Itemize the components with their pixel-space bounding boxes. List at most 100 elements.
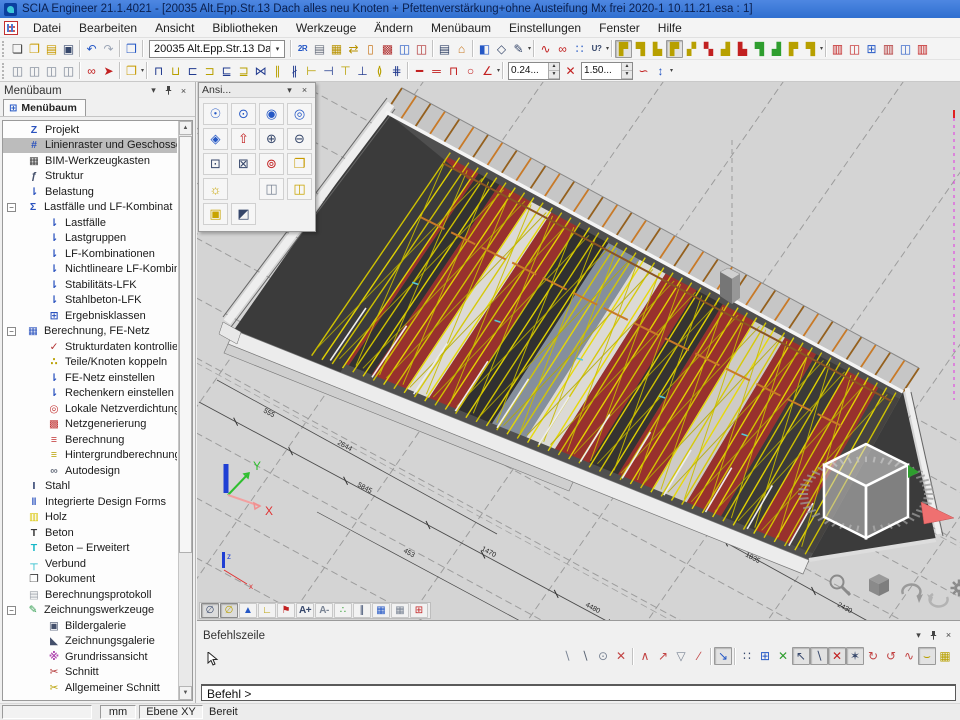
find-entity-icon[interactable]: ∞ [554, 40, 571, 58]
tree-item-belastung[interactable]: ⇂Belastung [3, 184, 177, 200]
snap-cross-icon[interactable]: ✕ [612, 647, 630, 665]
paperspace-icon[interactable]: ⇄ [345, 40, 362, 58]
scroll-up-button[interactable]: ▲ [179, 121, 192, 135]
table-tool-2-button[interactable]: ▦ [391, 603, 409, 618]
zoom-window-button[interactable]: ⊡ [203, 153, 228, 175]
scale_1-down-button[interactable]: ▼ [549, 71, 559, 79]
view-perspective-button[interactable]: ◈ [203, 128, 228, 150]
view-front-button[interactable]: ⊙ [231, 103, 256, 125]
dropdown-caret-icon[interactable]: ▾ [497, 67, 500, 74]
snap-face-icon[interactable]: ▽ [672, 647, 690, 665]
window-layout-1-icon[interactable]: ◫ [396, 40, 413, 58]
tree-item-beton[interactable]: TBeton [3, 525, 177, 541]
view-side-button[interactable]: ◉ [259, 103, 284, 125]
close-button[interactable]: × [297, 83, 312, 97]
copy-picture-button[interactable]: ◫ [259, 178, 284, 200]
menu-men-baum[interactable]: Menübaum [422, 19, 500, 37]
tree-item-berechnungsprotokoll[interactable]: ▤Berechnungsprotokoll [3, 587, 177, 603]
tree-item-autodesign[interactable]: ∞Autodesign [3, 463, 177, 479]
dropdown-caret-icon[interactable]: ▾ [606, 45, 609, 52]
close-project-button[interactable]: ❒ [123, 40, 140, 58]
annotate-icon[interactable]: ✎ [510, 40, 527, 58]
snap-line-2-icon[interactable]: ∖ [576, 647, 594, 665]
tree-item-netzgenerierung[interactable]: ▩Netzgenerierung [3, 417, 177, 433]
window-layout-2-icon[interactable]: ◫ [413, 40, 430, 58]
tree-item-integrierte-design-forms[interactable]: ‖Integrierte Design Forms [3, 494, 177, 510]
undo-button[interactable]: ↶ [83, 40, 100, 58]
result-stress-icon[interactable]: ◫ [897, 40, 914, 58]
result-deform-icon[interactable]: ▥ [880, 40, 897, 58]
tree-item-lastgruppen[interactable]: ⇂Lastgruppen [3, 231, 177, 247]
view-flag-4[interactable]: ▛ [666, 40, 683, 58]
view-flag-9[interactable]: ▜ [751, 40, 768, 58]
member-op-2[interactable]: ⊔ [167, 62, 184, 80]
menu-bibliotheken[interactable]: Bibliotheken [203, 19, 286, 37]
draw-offset-icon[interactable]: ⊓ [445, 62, 462, 80]
scale_2-up-button[interactable]: ▲ [622, 63, 632, 71]
fly-through-icon[interactable]: ➤ [100, 62, 117, 80]
refresh-2r-icon[interactable]: 2R [294, 40, 311, 58]
tree-item-stahl[interactable]: IStahl [3, 479, 177, 495]
zoom-previous-button[interactable]: ⊚ [259, 153, 284, 175]
cursor-tool-button[interactable] [203, 649, 223, 669]
column-tool-button[interactable]: ∥ [353, 603, 371, 618]
bitmap-raster-icon[interactable]: ▩ [379, 40, 396, 58]
isometric-view-icon[interactable]: ◇ [493, 40, 510, 58]
snap-circle-icon[interactable]: ⊙ [594, 647, 612, 665]
rotate-cw-icon[interactable]: ↻ [864, 647, 882, 665]
tree-item-holz[interactable]: ▥Holz [3, 510, 177, 526]
tree-item-lf-kombinationen[interactable]: ⇂LF-Kombinationen [3, 246, 177, 262]
close-button[interactable]: × [941, 628, 956, 642]
dropdown-caret-icon[interactable]: ▾ [820, 45, 823, 52]
snap-mode-3-icon[interactable]: ✕ [828, 647, 846, 665]
label-add-button[interactable]: A+ [296, 603, 314, 618]
render-mode-button[interactable]: ◩ [231, 203, 256, 225]
scrollbar-thumb[interactable] [179, 136, 192, 553]
light-toggle-button[interactable]: ☼ [203, 178, 228, 200]
clipboard-picture-icon[interactable]: ▯ [362, 40, 379, 58]
snap-mode-2-icon[interactable]: ∖ [810, 647, 828, 665]
combobox-arrow-icon[interactable]: ▾ [270, 41, 284, 57]
tree-item-bim-werkzeugkasten[interactable]: ▦BIM-Werkzeugkasten [3, 153, 177, 169]
zoom-out-button[interactable]: ⊖ [287, 128, 312, 150]
redo-button[interactable]: ↷ [100, 40, 117, 58]
snap-intersection-icon[interactable]: ✕ [774, 647, 792, 665]
rotate-ccw-icon[interactable]: ↺ [882, 647, 900, 665]
tree-item-stabilitäts-lfk[interactable]: ⇂Stabilitäts-LFK [3, 277, 177, 293]
tree-item-projekt[interactable]: ZProjekt [3, 122, 177, 138]
zoom-in-button[interactable]: ⊕ [259, 128, 284, 150]
member-op-3[interactable]: ⊏ [184, 62, 201, 80]
clipping-box-button[interactable]: ▣ [203, 203, 228, 225]
view-axonometric-button[interactable]: ◎ [287, 103, 312, 125]
tree-item-struktur[interactable]: ƒStruktur [3, 169, 177, 185]
result-normal-icon[interactable]: ▥ [829, 40, 846, 58]
tree-scrollbar[interactable]: ▲ ▼ [178, 121, 192, 700]
draw-circle-icon[interactable]: ○ [462, 62, 479, 80]
what-is-icon[interactable]: U? [588, 40, 605, 58]
view-flag-8[interactable]: ▙ [734, 40, 751, 58]
menu-ansicht[interactable]: Ansicht [146, 19, 203, 37]
view-flag-2[interactable]: ▜ [632, 40, 649, 58]
view-flag-1[interactable]: ▛ [615, 40, 632, 58]
tree-item-bildergalerie[interactable]: ▣Bildergalerie [3, 618, 177, 634]
menu-fenster[interactable]: Fenster [590, 19, 649, 37]
polyline-select-icon[interactable]: ∿ [537, 40, 554, 58]
tree-item-zeichnungswerkzeuge[interactable]: −✎Zeichnungswerkzeuge [3, 603, 177, 619]
curve-tools-icon[interactable]: ∽ [635, 62, 652, 80]
tree-item-dokument[interactable]: ❐Dokument [3, 572, 177, 588]
tree-item-grundrissansicht[interactable]: ※Grundrissansicht [3, 649, 177, 665]
snap-fillet-icon[interactable]: ⌣ [918, 647, 936, 665]
tree-expander-icon[interactable]: − [7, 203, 16, 212]
tree-item-nichtlineare-lf-kombin[interactable]: ⇂Nichtlineare LF-Kombin [3, 262, 177, 278]
collapse-button[interactable]: ▾ [146, 84, 161, 98]
tree-item-berechnung-fe-netz[interactable]: −▦Berechnung, FE-Netz [3, 324, 177, 340]
dropdown-caret-icon[interactable]: ▾ [670, 67, 673, 74]
flag-tool-button[interactable]: ⚑ [277, 603, 295, 618]
save-button[interactable]: ▣ [60, 40, 77, 58]
tree-item-verbund[interactable]: ┬Verbund [3, 556, 177, 572]
close-button[interactable]: × [176, 84, 191, 98]
result-shear-icon[interactable]: ◫ [846, 40, 863, 58]
view-top-button[interactable]: ☉ [203, 103, 228, 125]
view-flag-5[interactable]: ▞ [683, 40, 700, 58]
tree-item-allgemeiner-schnitt[interactable]: ✂Allgemeiner Schnitt [3, 680, 177, 696]
